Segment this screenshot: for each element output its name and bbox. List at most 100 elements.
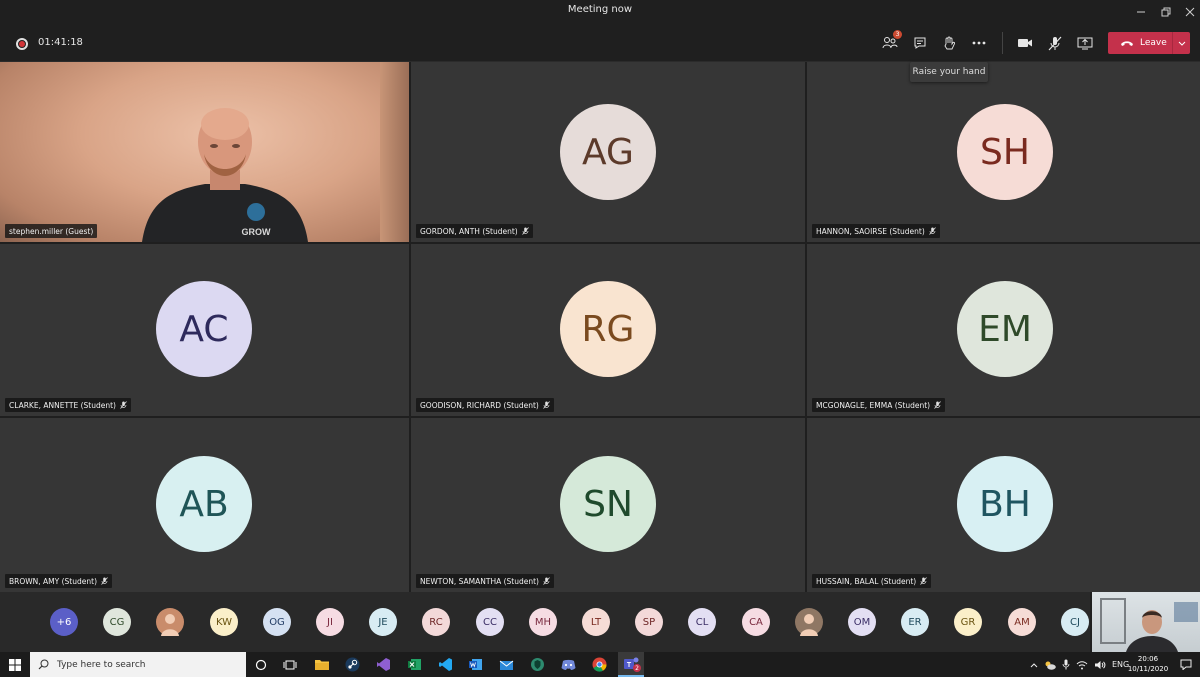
participant-tile[interactable]: RG GOODISON, RICHARD (Student)	[411, 244, 805, 416]
roster-avatar[interactable]: KW	[210, 608, 238, 636]
excel-icon	[408, 659, 421, 670]
participant-name: HANNON, SAOIRSE (Student)	[816, 226, 925, 236]
self-view-figure	[1126, 610, 1178, 652]
windows-taskbar: Type here to search T 2 ENG 20:06 10/11/…	[0, 652, 1200, 677]
notification-center-button[interactable]	[1176, 655, 1195, 674]
participant-avatar: AG	[560, 104, 656, 200]
close-window-button[interactable]	[1176, 0, 1200, 24]
taskbar-excel[interactable]	[405, 655, 424, 674]
word-icon	[469, 659, 482, 670]
leave-button[interactable]: Leave	[1108, 32, 1190, 54]
mic-muted-icon	[928, 227, 936, 235]
roster-avatar[interactable]: MH	[529, 608, 557, 636]
chrome-icon	[592, 657, 607, 672]
wifi-icon[interactable]	[1076, 660, 1088, 670]
minimize-button[interactable]	[1127, 0, 1155, 24]
vscode-icon	[439, 658, 452, 671]
microphone-icon[interactable]	[1062, 659, 1070, 670]
taskbar-file-explorer[interactable]	[312, 655, 331, 674]
roster-avatar[interactable]: CC	[476, 608, 504, 636]
taskbar-search[interactable]: Type here to search	[30, 652, 246, 677]
participant-name: MCGONAGLE, EMMA (Student)	[816, 400, 931, 410]
participants-button[interactable]: 3	[878, 30, 902, 54]
roster-avatar[interactable]: OM	[848, 608, 876, 636]
participant-tile[interactable]: BH HUSSAIN, BALAL (Student)	[807, 418, 1200, 592]
participant-tile[interactable]: AG GORDON, ANTH (Student)	[411, 62, 805, 242]
roster-avatar[interactable]: OG	[263, 608, 291, 636]
taskbar-discord[interactable]	[559, 655, 578, 674]
roster-avatar[interactable]: CJ	[1061, 608, 1089, 636]
taskbar-app-shield[interactable]	[528, 655, 547, 674]
taskbar-chrome[interactable]	[590, 655, 609, 674]
window-title: Meeting now	[567, 4, 633, 15]
participant-tile[interactable]: SN NEWTON, SAMANTHA (Student)	[411, 418, 805, 592]
system-tray: ENG	[1030, 652, 1129, 677]
roster-avatar[interactable]: SP	[635, 608, 663, 636]
task-view-button[interactable]	[280, 655, 299, 674]
close-icon	[1185, 7, 1195, 17]
chat-button[interactable]	[908, 32, 932, 54]
phone-hangup-icon	[1121, 40, 1133, 46]
self-view[interactable]	[1090, 592, 1200, 652]
search-placeholder: Type here to search	[57, 659, 146, 670]
roster-avatar[interactable]: LT	[582, 608, 610, 636]
taskbar-teams[interactable]: T 2	[618, 652, 644, 677]
participant-avatar: EM	[957, 281, 1053, 377]
mic-muted-icon	[543, 577, 550, 585]
more-actions-button[interactable]	[967, 32, 991, 54]
roster-avatar[interactable]: +6	[50, 608, 78, 636]
participant-avatar: BH	[957, 456, 1053, 552]
roster-avatar-photo[interactable]	[795, 608, 823, 636]
cortana-button[interactable]	[251, 655, 270, 674]
taskbar-word[interactable]	[466, 655, 485, 674]
participant-tile[interactable]: EM MCGONAGLE, EMMA (Student)	[807, 244, 1200, 416]
restore-icon	[1161, 7, 1171, 17]
svg-text:T: T	[627, 662, 632, 669]
raise-hand-button[interactable]	[937, 32, 961, 54]
participant-tile-video[interactable]: GROW stephen.miller (Guest)	[0, 62, 409, 242]
leave-main[interactable]: Leave	[1108, 38, 1172, 48]
roster-avatar[interactable]: JE	[369, 608, 397, 636]
mic-muted-icon	[120, 401, 127, 409]
weather-icon[interactable]	[1044, 660, 1056, 670]
microphone-button[interactable]	[1043, 32, 1067, 54]
participant-name-tag: GOODISON, RICHARD (Student)	[416, 398, 554, 412]
cortana-icon	[255, 659, 266, 670]
participant-name: GOODISON, RICHARD (Student)	[420, 400, 539, 410]
roster-avatar[interactable]: RC	[422, 608, 450, 636]
speaker-icon[interactable]	[1094, 660, 1106, 670]
participant-name: BROWN, AMY (Student)	[9, 576, 97, 586]
start-button[interactable]	[0, 652, 30, 677]
taskbar-visual-studio[interactable]	[374, 655, 393, 674]
leave-label: Leave	[1140, 38, 1167, 48]
hand-icon	[944, 36, 956, 49]
participant-tile[interactable]: SH HANNON, SAOIRSE (Student)	[807, 62, 1200, 242]
roster-avatar-photo[interactable]	[156, 608, 184, 636]
chevron-up-icon[interactable]	[1030, 662, 1038, 668]
participant-tile[interactable]: AB BROWN, AMY (Student)	[0, 418, 409, 592]
roster-avatar[interactable]: JI	[316, 608, 344, 636]
share-screen-button[interactable]	[1073, 32, 1097, 54]
camera-button[interactable]	[1013, 32, 1037, 54]
participant-avatar: RG	[560, 281, 656, 377]
taskbar-steam[interactable]	[343, 655, 362, 674]
roster-avatar[interactable]: CL	[688, 608, 716, 636]
more-icon	[972, 41, 986, 45]
participants-badge: 3	[893, 30, 902, 39]
recording-icon	[16, 38, 28, 50]
taskbar-clock[interactable]: 20:06 10/11/2020	[1124, 654, 1172, 674]
roster-avatar[interactable]: CG	[103, 608, 131, 636]
svg-text:GROW: GROW	[242, 227, 272, 237]
participant-tile[interactable]: AC CLARKE, ANNETTE (Student)	[0, 244, 409, 416]
roster-avatar[interactable]: ER	[901, 608, 929, 636]
person-photo-icon	[800, 614, 818, 636]
taskbar-vscode[interactable]	[436, 655, 455, 674]
roster-avatar[interactable]: AM	[1008, 608, 1036, 636]
roster-avatar[interactable]: CA	[742, 608, 770, 636]
roster-avatar[interactable]: GR	[954, 608, 982, 636]
participant-roster: +6 CG KW OG JI JE RC CC MH LT SP CL CA OM ER GR AM CJ	[0, 592, 1200, 652]
leave-options-button[interactable]	[1173, 41, 1190, 46]
clock-time: 20:06	[1137, 655, 1159, 663]
visual-studio-icon	[377, 658, 390, 671]
taskbar-mail[interactable]	[497, 655, 516, 674]
